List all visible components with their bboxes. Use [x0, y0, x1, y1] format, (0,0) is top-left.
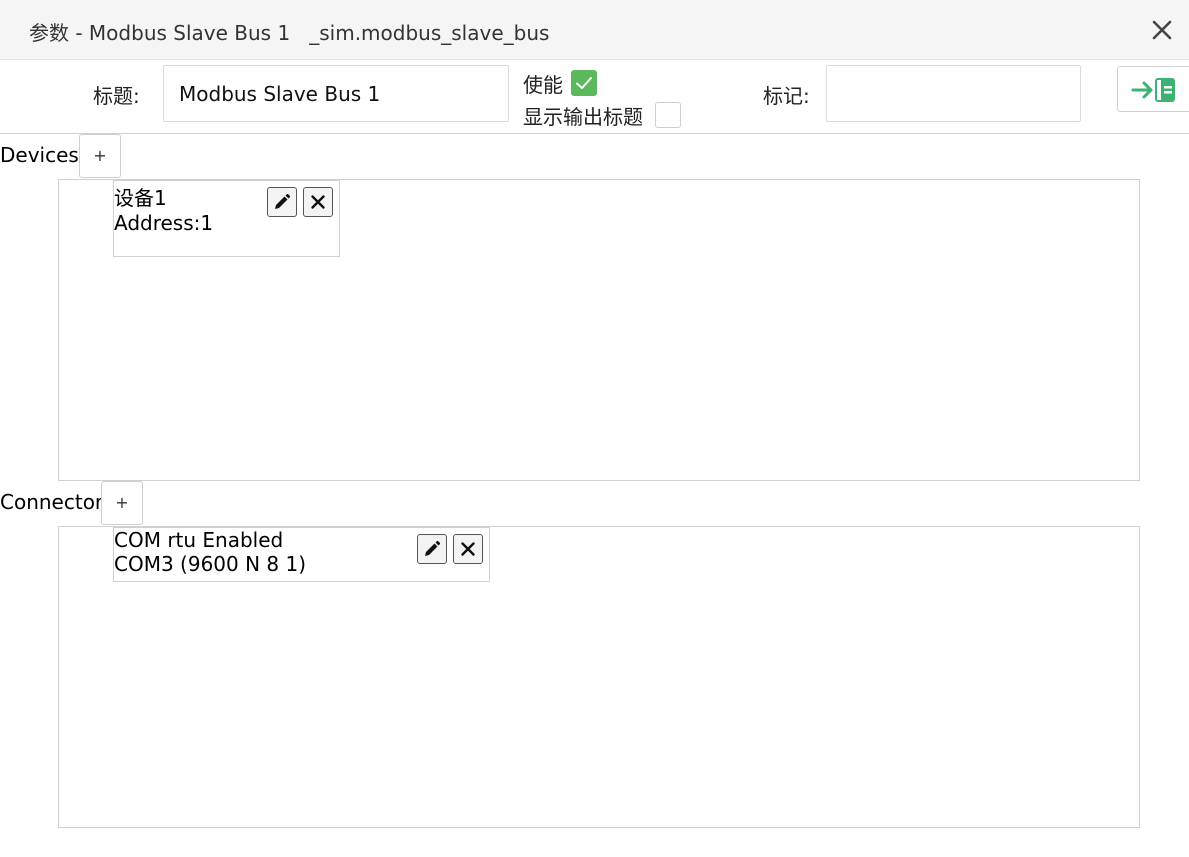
dialog-title: 参数 - Modbus Slave Bus 1 _sim.modbus_slav… — [29, 21, 550, 45]
export-button[interactable] — [1117, 66, 1189, 112]
connector-name: COM rtu Enabled — [114, 528, 284, 552]
export-icon — [1131, 78, 1175, 102]
enable-label: 使能 — [523, 73, 563, 97]
devices-section-label: Devices — [0, 143, 79, 167]
edit-connector-button[interactable] — [417, 534, 447, 564]
title-input[interactable] — [163, 65, 509, 122]
tag-label: 标记: — [763, 84, 810, 108]
delete-connector-button[interactable] — [453, 534, 483, 564]
pencil-icon — [275, 193, 291, 209]
close-icon — [461, 542, 475, 556]
device-name: 设备1 — [114, 186, 167, 210]
close-icon — [311, 195, 325, 209]
dialog-titlebar: 参数 - Modbus Slave Bus 1 _sim.modbus_slav… — [0, 0, 1189, 60]
close-icon[interactable] — [1150, 18, 1174, 42]
check-icon — [576, 77, 592, 89]
enable-checkbox[interactable] — [571, 70, 597, 96]
add-connector-button[interactable]: + — [101, 481, 143, 525]
show-output-title-label: 显示输出标题 — [523, 105, 643, 129]
tag-input[interactable] — [826, 65, 1081, 122]
pencil-icon — [425, 540, 441, 556]
connector-section-label: Connector — [0, 490, 104, 514]
title-label: 标题: — [93, 84, 140, 108]
connector-card[interactable]: COM rtu Enabled COM3 (9600 N 8 1) — [113, 527, 490, 582]
add-device-button[interactable]: + — [79, 134, 121, 178]
show-output-title-checkbox[interactable] — [655, 102, 681, 128]
device-card[interactable]: 设备1 Address:1 — [113, 180, 340, 257]
connector-port: COM3 (9600 N 8 1) — [114, 552, 307, 576]
edit-device-button[interactable] — [267, 187, 297, 217]
delete-device-button[interactable] — [303, 187, 333, 217]
device-address: Address:1 — [114, 211, 214, 235]
